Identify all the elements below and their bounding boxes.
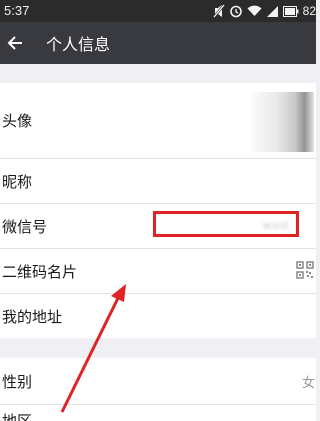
wechat-id-value-obscured: wxid: [262, 219, 288, 232]
title-bar: 个人信息: [0, 22, 316, 64]
nickname-row[interactable]: 昵称: [0, 159, 316, 203]
address-label: 我的地址: [2, 308, 63, 326]
wifi-icon: [247, 5, 262, 17]
status-time: 5:37: [4, 3, 30, 18]
avatar[interactable]: [252, 92, 314, 152]
battery-percent: 82: [302, 4, 316, 18]
wechat-id-label: 微信号: [2, 218, 48, 236]
gender-value: 女: [302, 376, 316, 391]
qr-card-label: 二维码名片: [2, 263, 78, 281]
gender-label: 性别: [2, 373, 33, 391]
avatar-label: 头像: [2, 112, 33, 130]
section-gap: [0, 338, 316, 358]
address-row[interactable]: 我的地址: [0, 294, 316, 338]
alarm-icon: [229, 4, 243, 18]
nickname-label: 昵称: [2, 173, 33, 191]
page-title: 个人信息: [46, 35, 111, 54]
region-label: 地区: [2, 412, 33, 421]
status-bar: 5:37 82: [0, 0, 316, 22]
qr-card-row[interactable]: 二维码名片: [0, 249, 316, 293]
battery-icon: [282, 5, 299, 17]
signal-icon: [266, 5, 279, 18]
gender-row[interactable]: 性别: [0, 358, 316, 404]
status-icons: 82: [212, 2, 316, 20]
back-arrow-icon: [7, 36, 22, 50]
mute-icon: [212, 4, 225, 18]
back-button[interactable]: [2, 29, 28, 57]
section-gap: [0, 64, 316, 83]
wechat-id-highlight-box: wxid: [153, 211, 299, 237]
qr-code-icon: [296, 261, 314, 279]
region-row[interactable]: 地区: [0, 405, 316, 421]
